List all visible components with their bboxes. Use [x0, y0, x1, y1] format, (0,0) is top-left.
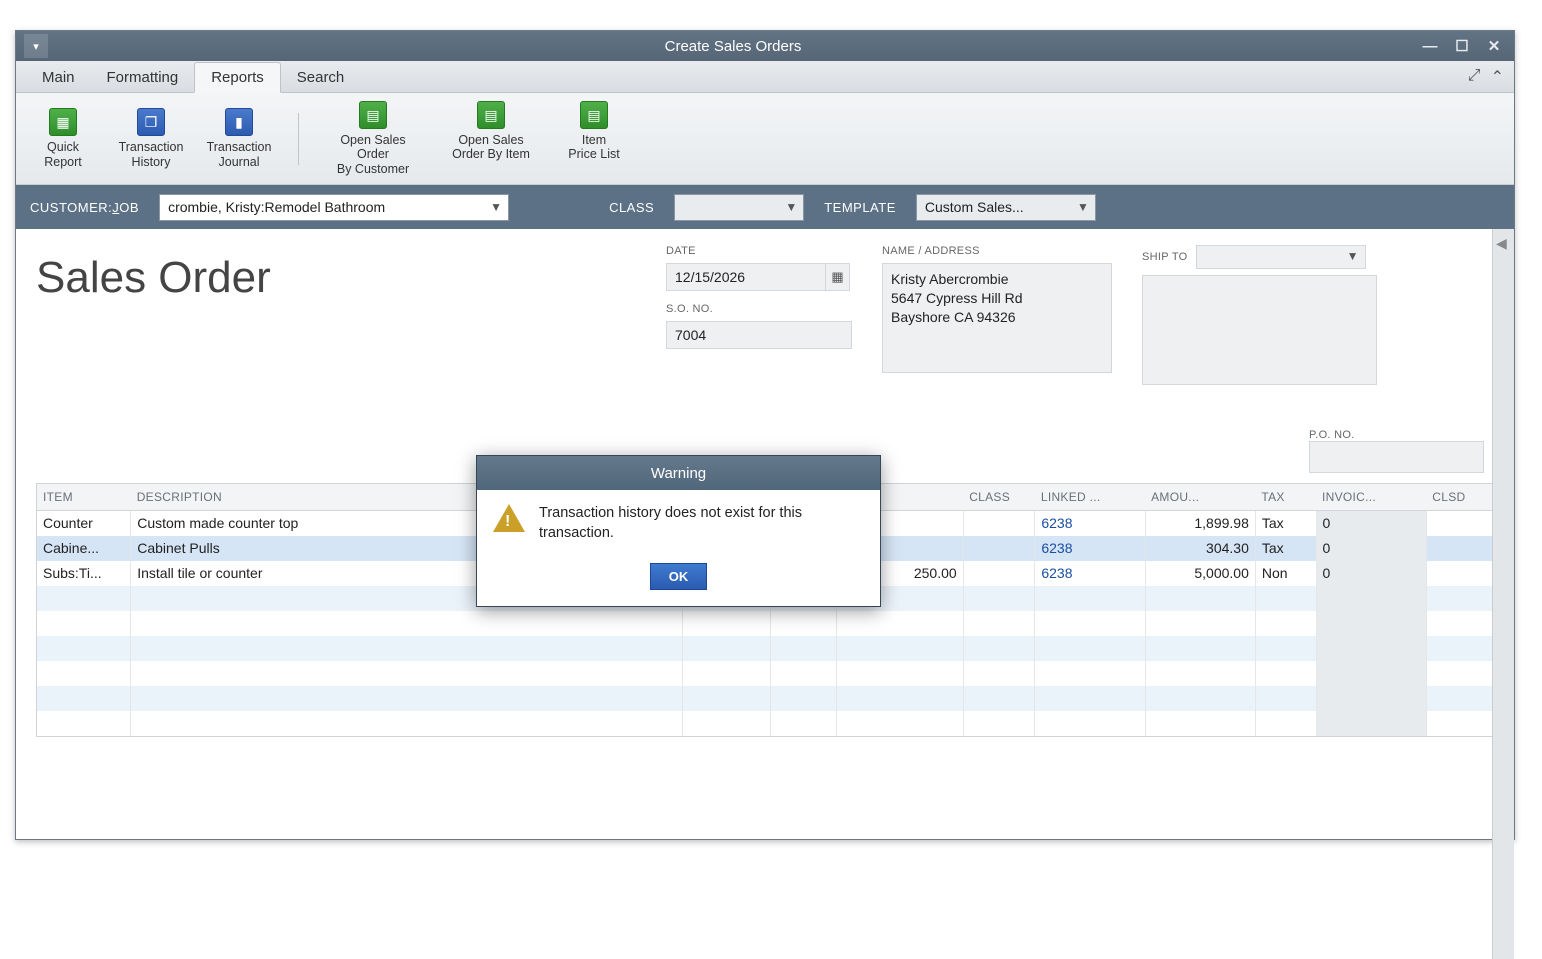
warning-icon [493, 504, 525, 532]
name-address-label: NAME / ADDRESS [882, 245, 1112, 257]
date-input[interactable] [666, 263, 826, 291]
close-button[interactable]: ✕ [1482, 36, 1506, 56]
calendar-icon[interactable]: ▦ [826, 263, 850, 291]
customer-job-dropdown[interactable]: crombie, Kristy:Remodel Bathroom ▼ [159, 194, 509, 221]
col-linked[interactable]: LINKED ... [1035, 484, 1145, 511]
warning-dialog: Warning Transaction history does not exi… [476, 455, 881, 607]
po-input[interactable] [1309, 441, 1484, 473]
list-icon: ▤ [477, 101, 505, 129]
tab-formatting[interactable]: Formatting [91, 63, 195, 92]
so-no-input[interactable] [666, 321, 852, 349]
report-icon: ▦ [49, 108, 77, 136]
col-amount[interactable]: AMOU... [1145, 484, 1255, 511]
price-list-icon: ▤ [580, 101, 608, 129]
open-sales-order-by-customer-button[interactable]: ▤ Open Sales Order By Customer [323, 101, 423, 176]
item-price-list-button[interactable]: ▤ Item Price List [559, 101, 629, 162]
dialog-message: Transaction history does not exist for t… [539, 504, 864, 543]
template-dropdown[interactable]: Custom Sales... ▼ [916, 194, 1096, 221]
list-icon: ▤ [359, 101, 387, 129]
header-bar: CUSTOMER:JOB crombie, Kristy:Remodel Bat… [16, 185, 1514, 229]
chevron-down-icon: ▼ [1077, 200, 1089, 214]
template-label: TEMPLATE [824, 200, 896, 215]
chevron-down-icon: ▼ [490, 200, 502, 214]
col-tax[interactable]: TAX [1255, 484, 1316, 511]
col-invoiced[interactable]: INVOIC... [1316, 484, 1426, 511]
class-dropdown[interactable]: ▼ [674, 194, 804, 221]
transaction-history-button[interactable]: ❐ Transaction History [116, 108, 186, 169]
maximize-button[interactable]: ☐ [1450, 36, 1474, 56]
ship-to-dropdown[interactable]: ▼ [1196, 245, 1366, 269]
collapse-ribbon-icon[interactable]: ⌃ [1491, 67, 1504, 87]
window-menu-icon[interactable]: ▾ [24, 34, 48, 58]
tab-search[interactable]: Search [281, 63, 361, 92]
class-label: CLASS [609, 200, 654, 215]
window-controls: — ☐ ✕ [1418, 36, 1506, 56]
ribbon-toolbar: ▦ Quick Report ❐ Transaction History ▮ T… [16, 93, 1514, 185]
chevron-down-icon: ▼ [1347, 249, 1359, 263]
po-label: P.O. NO. [1309, 429, 1484, 441]
toolbar-separator [298, 113, 299, 165]
so-no-label: S.O. NO. [666, 303, 852, 315]
ship-to-label: SHIP TO [1142, 251, 1188, 263]
side-panel-collapse[interactable]: ◀ [1492, 229, 1514, 959]
quick-report-button[interactable]: ▦ Quick Report [28, 108, 98, 169]
chevron-left-icon: ◀ [1496, 235, 1507, 252]
date-label: DATE [666, 245, 852, 257]
col-item[interactable]: ITEM [37, 484, 131, 511]
table-row[interactable] [37, 611, 1493, 636]
transaction-journal-button[interactable]: ▮ Transaction Journal [204, 108, 274, 169]
dialog-title: Warning [477, 456, 880, 490]
col-class[interactable]: CLASS [963, 484, 1035, 511]
table-row[interactable] [37, 686, 1493, 711]
ship-to-box[interactable] [1142, 275, 1377, 385]
ok-button[interactable]: OK [650, 563, 708, 590]
expand-icon[interactable]: ⤢ [1468, 67, 1481, 87]
minimize-button[interactable]: — [1418, 36, 1442, 56]
window-title: Create Sales Orders [48, 38, 1418, 55]
name-address-box[interactable]: Kristy Abercrombie 5647 Cypress Hill Rd … [882, 263, 1112, 373]
tab-main[interactable]: Main [26, 63, 91, 92]
chevron-down-icon: ▼ [785, 200, 797, 214]
table-row[interactable] [37, 661, 1493, 686]
window-titlebar: ▾ Create Sales Orders — ☐ ✕ [16, 31, 1514, 61]
ribbon-tabbar: Main Formatting Reports Search ⤢ ⌃ [16, 61, 1514, 93]
journal-icon: ▮ [225, 108, 253, 136]
open-sales-order-by-item-button[interactable]: ▤ Open Sales Order By Item [441, 101, 541, 162]
sales-order-window: ▾ Create Sales Orders — ☐ ✕ Main Formatt… [15, 30, 1515, 840]
customer-job-label: CUSTOMER:JOB [30, 200, 139, 215]
col-clsd[interactable]: CLSD [1426, 484, 1492, 511]
history-icon: ❐ [137, 108, 165, 136]
tab-reports[interactable]: Reports [194, 62, 281, 93]
table-row[interactable] [37, 636, 1493, 661]
table-row[interactable] [37, 711, 1493, 736]
